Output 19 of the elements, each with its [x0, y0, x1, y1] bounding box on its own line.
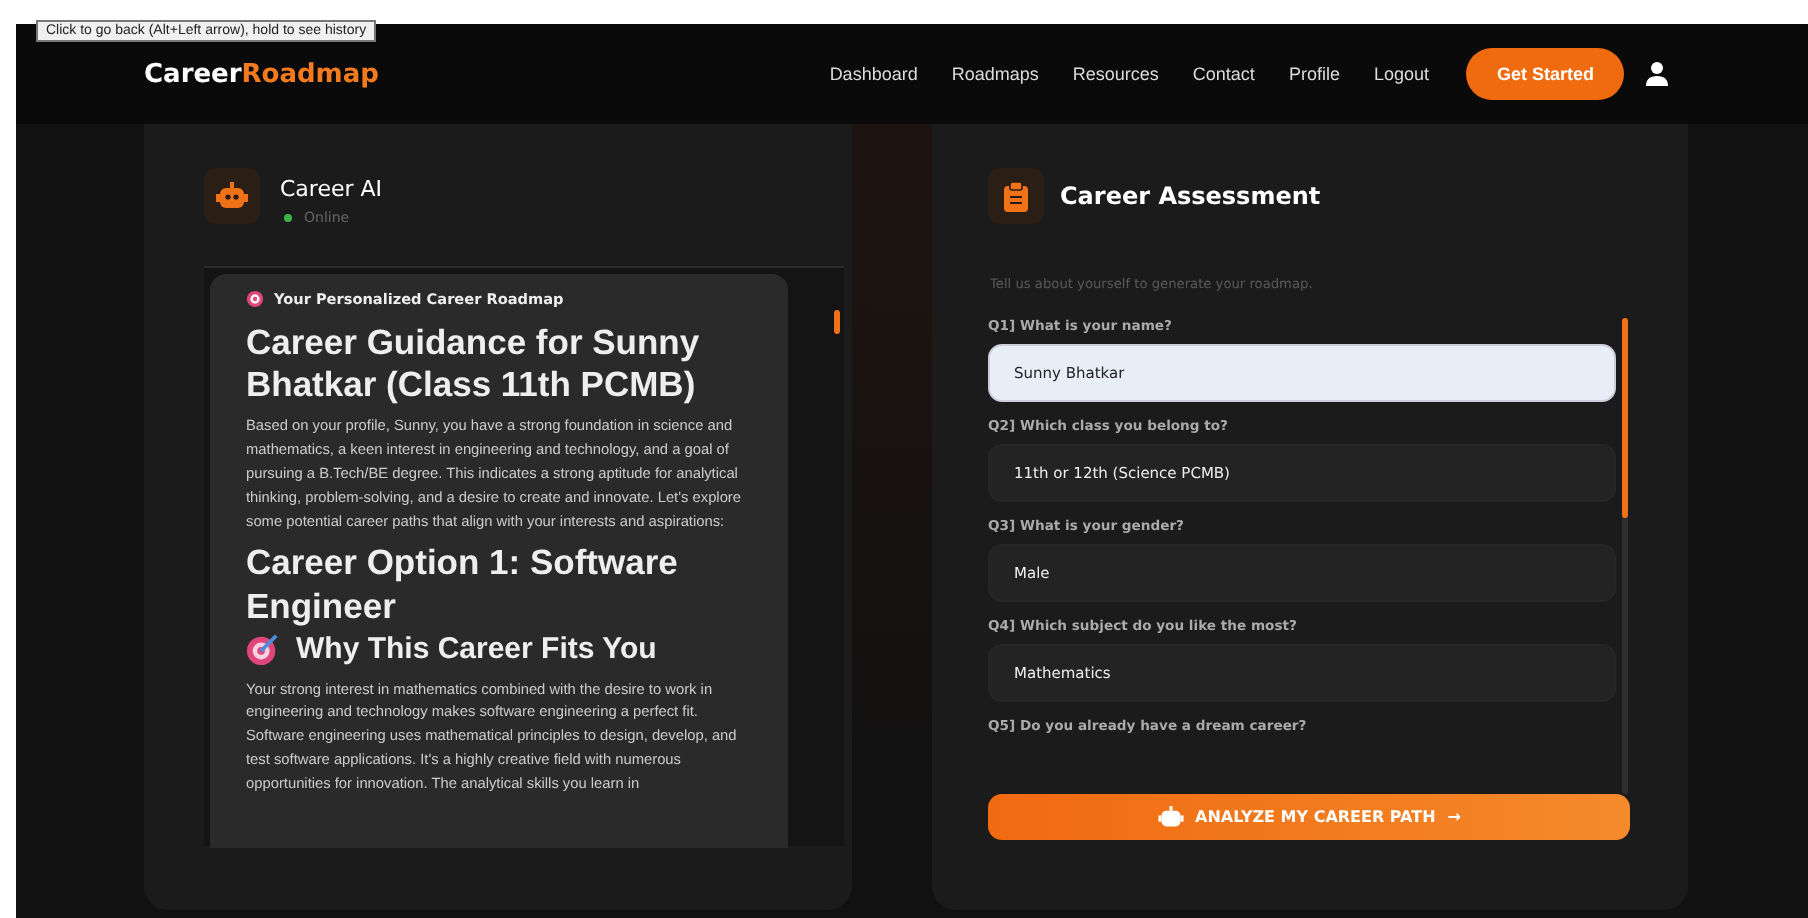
clipboard-icon [988, 168, 1044, 224]
target-icon [246, 631, 280, 666]
robot-icon [1157, 806, 1184, 828]
nav-link[interactable]: Contact [1192, 64, 1255, 84]
robot-icon [204, 168, 260, 224]
section-heading: Why This Career Fits You [296, 631, 657, 666]
nav-link[interactable]: Logout [1373, 64, 1429, 84]
nav-link[interactable]: Profile [1288, 64, 1340, 84]
chat-title: Career AI [280, 176, 383, 202]
nav-link[interactable]: Roadmaps [951, 64, 1039, 84]
scrollbar[interactable] [1622, 318, 1628, 794]
career-option-heading: Career Option 1: Software Engineer [246, 539, 680, 628]
user-icon[interactable] [1646, 62, 1668, 86]
form-title: Career Assessment [1060, 182, 1321, 210]
logo[interactable]: CareerRoadmap [144, 59, 379, 89]
target-icon [246, 290, 264, 308]
nav-link[interactable]: Resources [1072, 64, 1159, 84]
roadmap-heading: Career Guidance for Sunny Bhatkar (Class 11th PCMB) [246, 322, 702, 406]
nav-link[interactable]: Dashboard [829, 64, 918, 84]
